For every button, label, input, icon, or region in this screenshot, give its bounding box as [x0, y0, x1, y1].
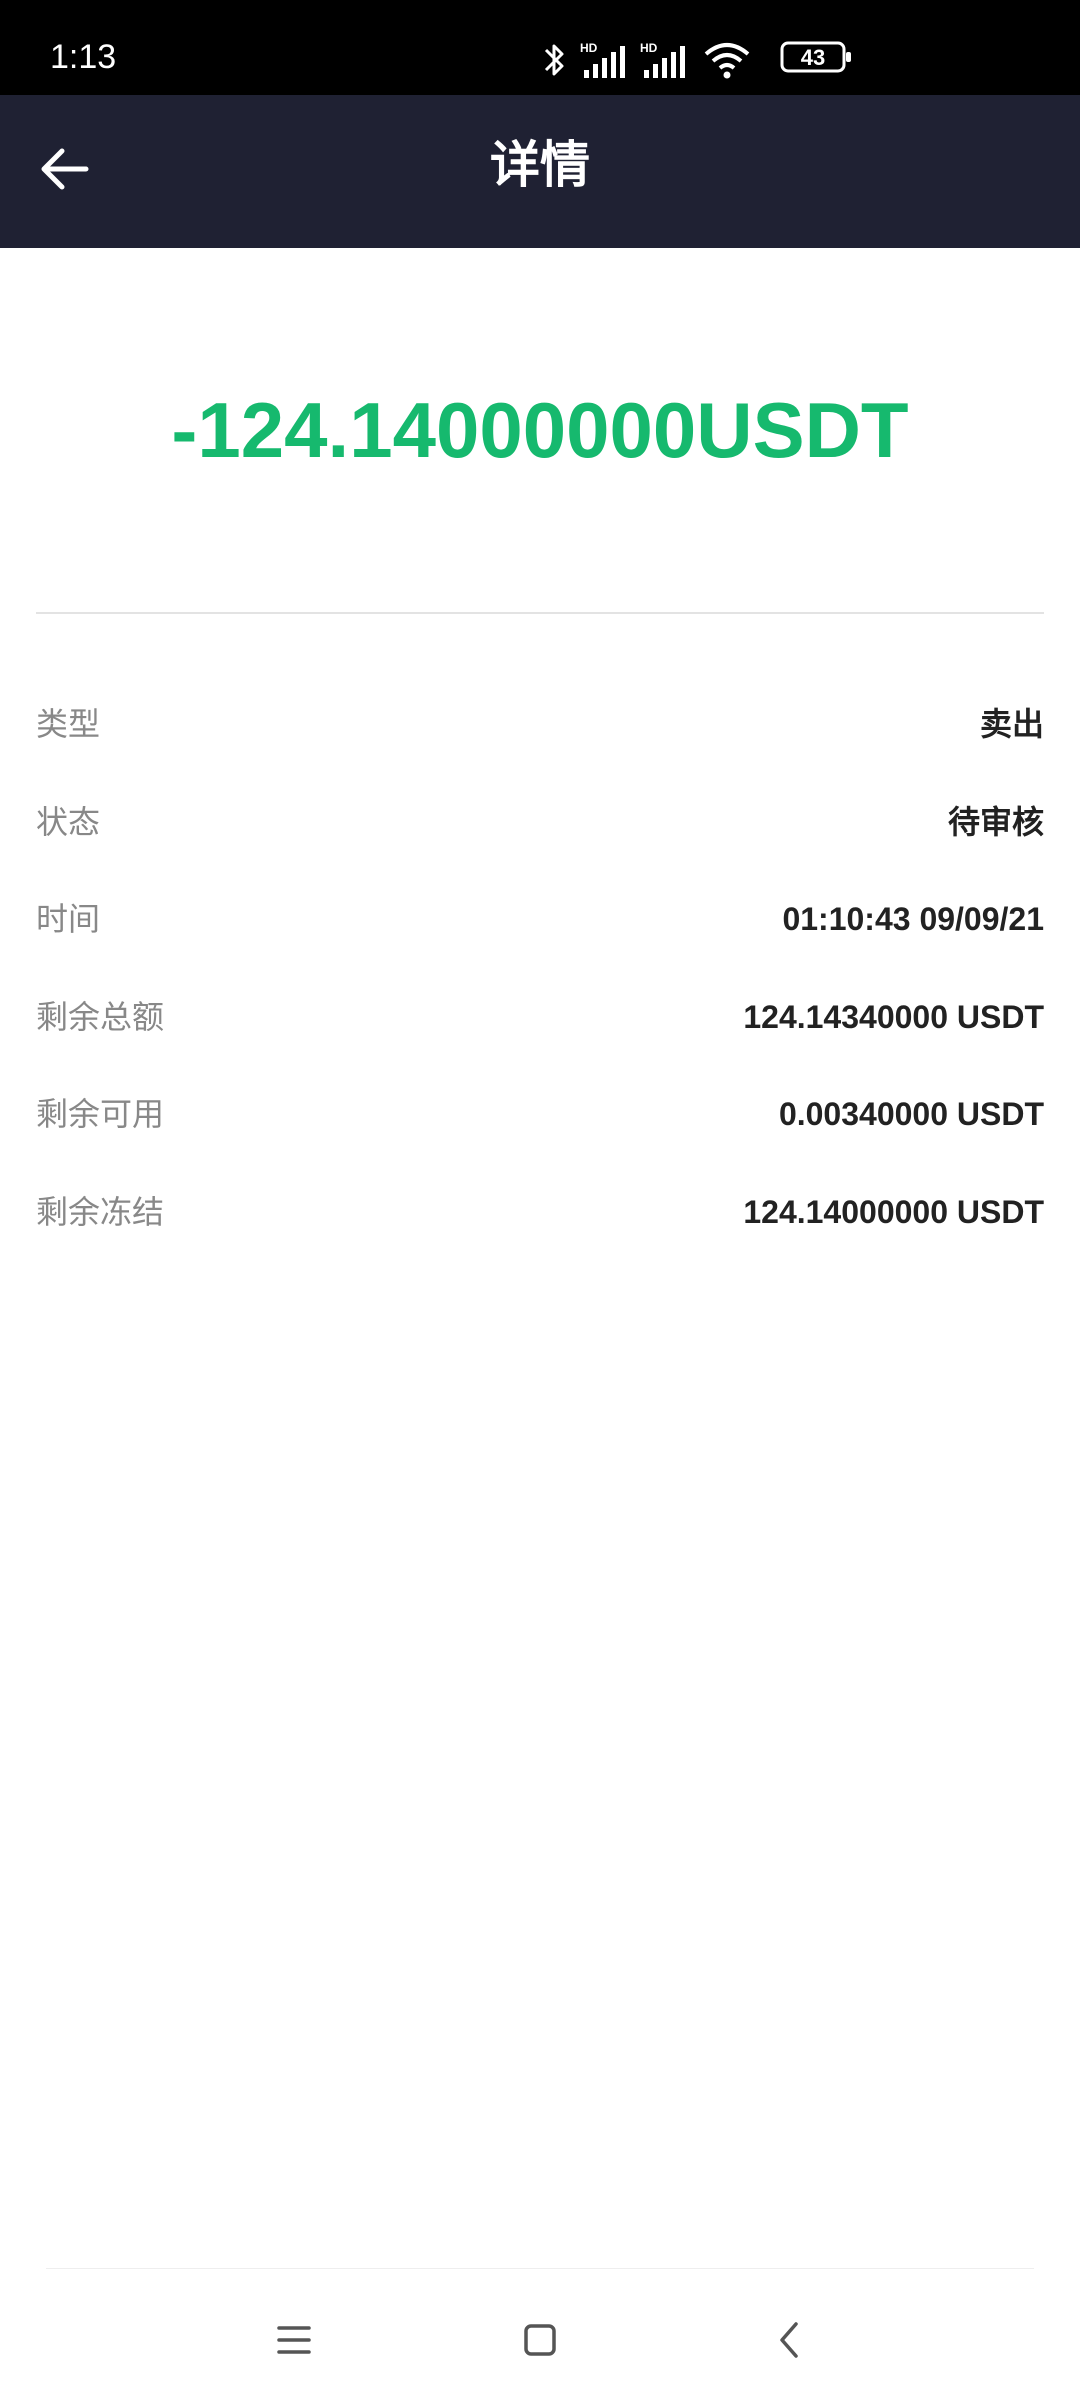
transaction-amount: -124.14000000USDT — [171, 386, 909, 474]
system-back-button[interactable] — [755, 2310, 825, 2370]
detail-label: 剩余可用 — [36, 1095, 165, 1133]
signal-hd-2-icon: HD — [640, 41, 685, 78]
detail-row-frozen-balance: 剩余冻结 124.14000000 USDT — [36, 1172, 1044, 1270]
status-time: 1:13 — [50, 38, 117, 76]
menu-icon — [277, 2326, 311, 2354]
svg-text:HD: HD — [640, 41, 658, 55]
detail-label: 状态 — [36, 802, 101, 841]
detail-value: 卖出 — [979, 705, 1044, 743]
page-title: 详情 — [490, 136, 590, 194]
detail-label: 时间 — [36, 900, 101, 938]
wifi-icon — [704, 43, 750, 79]
recent-apps-button[interactable] — [259, 2310, 329, 2370]
detail-value: 待审核 — [947, 802, 1044, 841]
detail-label: 剩余冻结 — [36, 1192, 165, 1231]
detail-value: 124.14000000 USDT — [743, 1193, 1044, 1230]
back-chevron-icon — [780, 2322, 798, 2358]
nav-divider — [46, 2268, 1034, 2269]
home-square-icon — [524, 2324, 556, 2356]
detail-label: 类型 — [36, 705, 101, 743]
divider — [36, 612, 1044, 614]
detail-value: 0.00340000 USDT — [778, 1096, 1044, 1132]
detail-row-available-balance: 剩余可用 0.00340000 USDT — [36, 1074, 1044, 1172]
battery-level: 43 — [800, 45, 826, 70]
signal-hd-icon: HD — [580, 41, 625, 78]
svg-text:HD: HD — [580, 41, 598, 55]
detail-row-status: 状态 待审核 — [36, 782, 1044, 880]
detail-row-time: 时间 01:10:43 09/09/21 — [36, 879, 1044, 977]
detail-label: 剩余总额 — [36, 997, 165, 1036]
home-button[interactable] — [505, 2310, 575, 2370]
bluetooth-icon — [544, 44, 564, 76]
status-bar: 1:13 HD HD 43 — [0, 0, 1080, 95]
detail-value: 124.14340000 USDT — [743, 998, 1044, 1035]
detail-value: 01:10:43 09/09/21 — [782, 901, 1044, 937]
detail-row-type: 类型 卖出 — [36, 684, 1044, 782]
app-header: 详情 — [0, 95, 1080, 248]
detail-list: 类型 卖出 状态 待审核 时间 01:10:43 09/09/21 剩余总额 1… — [36, 684, 1044, 1269]
detail-row-total-balance: 剩余总额 124.14340000 USDT — [36, 977, 1044, 1075]
system-nav-bar — [0, 2270, 1080, 2400]
